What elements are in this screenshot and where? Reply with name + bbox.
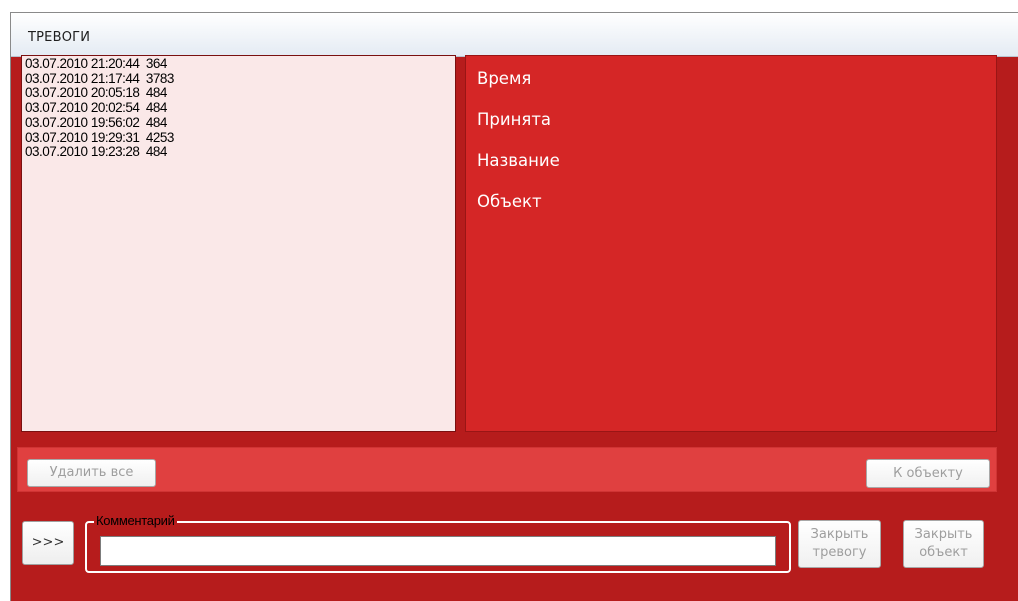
expand-button[interactable]: >>> xyxy=(22,521,74,565)
close-object-label: Закрыть объект xyxy=(914,527,973,560)
close-object-button[interactable]: Закрыть объект xyxy=(903,520,984,568)
name-label: Название xyxy=(477,151,560,170)
close-alarm-label: Закрыть тревогу xyxy=(810,527,869,560)
time-label: Время xyxy=(477,69,532,88)
comment-input[interactable] xyxy=(100,536,776,566)
list-item[interactable]: 03.07.2010 21:17:44 3783 xyxy=(25,71,455,87)
accepted-label: Принята xyxy=(477,110,552,129)
title-bar: ТРЕВОГИ xyxy=(11,13,1018,57)
comment-legend: Комментарий xyxy=(94,513,177,529)
alarm-details-panel: Время Принята Название Объект xyxy=(465,55,997,432)
list-item[interactable]: 03.07.2010 20:05:18 484 xyxy=(25,86,455,101)
action-bar: Удалить все К объекту xyxy=(17,447,997,492)
list-item[interactable]: 03.07.2010 19:23:28 484 xyxy=(25,145,455,160)
alarm-list[interactable]: 03.07.2010 21:20:44 364 03.07.2010 21:17… xyxy=(21,55,456,432)
list-item[interactable]: 03.07.2010 19:29:31 4253 xyxy=(25,130,455,146)
list-item[interactable]: 03.07.2010 20:02:54 484 xyxy=(25,100,455,116)
object-label: Объект xyxy=(477,192,542,211)
delete-all-button[interactable]: Удалить все xyxy=(27,459,156,487)
list-item[interactable]: 03.07.2010 19:56:02 484 xyxy=(25,115,455,131)
close-alarm-button[interactable]: Закрыть тревогу xyxy=(798,520,881,568)
to-object-button[interactable]: К объекту xyxy=(866,459,990,488)
comment-group: Комментарий xyxy=(85,513,791,573)
window-title: ТРЕВОГИ xyxy=(28,30,91,45)
list-item[interactable]: 03.07.2010 21:20:44 364 xyxy=(25,56,455,72)
